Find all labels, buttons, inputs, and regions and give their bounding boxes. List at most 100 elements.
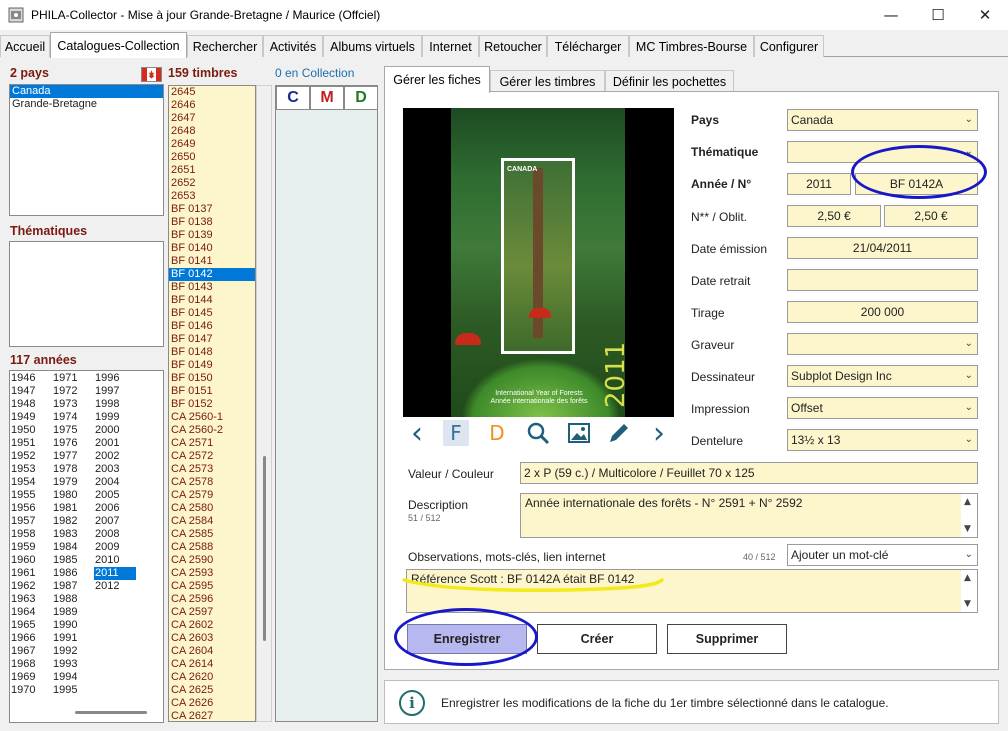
year-item[interactable]: 2011 — [94, 567, 136, 580]
keyword-select[interactable]: Ajouter un mot-clé ⌄ — [787, 544, 978, 566]
year-item[interactable]: 1982 — [52, 515, 78, 528]
tab-definir-les-pochettes[interactable]: Définir les pochettes — [605, 70, 734, 92]
year-item[interactable]: 1961 — [10, 567, 36, 580]
dentelure-select[interactable]: 13½ x 13 ⌄ — [787, 429, 978, 451]
year-item[interactable]: 1978 — [52, 463, 78, 476]
country-item[interactable]: Canada — [10, 85, 163, 98]
year-item[interactable]: 1970 — [10, 684, 36, 697]
year-item[interactable]: 1956 — [10, 502, 36, 515]
stamp-image[interactable]: CANADA 2011 International Year of Forest… — [403, 108, 674, 417]
year-item[interactable]: 1993 — [52, 658, 78, 671]
stamp-item[interactable]: 2645 — [169, 86, 255, 99]
stamp-item[interactable]: 2651 — [169, 164, 255, 177]
stamps-scrollbar[interactable] — [256, 85, 272, 722]
year-item[interactable]: 2005 — [94, 489, 120, 502]
stamp-item[interactable]: BF 0145 — [169, 307, 255, 320]
graveur-select[interactable]: ⌄ — [787, 333, 978, 355]
year-item[interactable]: 1971 — [52, 372, 78, 385]
year-item[interactable]: 1973 — [52, 398, 78, 411]
year-item[interactable]: 1987 — [52, 580, 78, 593]
years-scrollbar[interactable] — [75, 711, 147, 714]
stamp-item[interactable]: 2650 — [169, 151, 255, 164]
tab-albums-virtuels[interactable]: Albums virtuels — [323, 35, 422, 57]
year-item[interactable]: 1968 — [10, 658, 36, 671]
year-item[interactable]: 2009 — [94, 541, 120, 554]
delete-button[interactable]: Supprimer — [667, 624, 787, 654]
stamp-item[interactable]: CA 2572 — [169, 450, 255, 463]
year-item[interactable]: 1979 — [52, 476, 78, 489]
stamp-item[interactable]: BF 0142 — [169, 268, 255, 281]
stamp-item[interactable]: BF 0146 — [169, 320, 255, 333]
year-item[interactable]: 1952 — [10, 450, 36, 463]
year-item[interactable]: 2006 — [94, 502, 120, 515]
valeur-couleur-field[interactable]: 2 x P (59 c.) / Multicolore / Feuillet 7… — [520, 462, 978, 484]
year-item[interactable]: 1951 — [10, 437, 36, 450]
stamp-item[interactable]: CA 2579 — [169, 489, 255, 502]
year-item[interactable]: 1966 — [10, 632, 36, 645]
scroll-down-icon[interactable]: ▼ — [964, 524, 971, 534]
stamp-item[interactable]: CA 2585 — [169, 528, 255, 541]
annee-field[interactable]: 2011 — [787, 173, 851, 195]
year-item[interactable]: 1960 — [10, 554, 36, 567]
scroll-up-icon[interactable]: ▲ — [964, 573, 971, 583]
year-item[interactable]: 1965 — [10, 619, 36, 632]
year-item[interactable]: 1999 — [94, 411, 120, 424]
tab-catalogues-collection[interactable]: Catalogues-Collection — [50, 32, 187, 58]
year-item[interactable]: 1977 — [52, 450, 78, 463]
stamp-item[interactable]: CA 2614 — [169, 658, 255, 671]
year-item[interactable]: 1980 — [52, 489, 78, 502]
year-item[interactable]: 1953 — [10, 463, 36, 476]
date-retrait-field[interactable] — [787, 269, 978, 291]
year-item[interactable]: 2000 — [94, 424, 120, 437]
year-item[interactable]: 2008 — [94, 528, 120, 541]
stamp-item[interactable]: CA 2590 — [169, 554, 255, 567]
year-item[interactable]: 2004 — [94, 476, 120, 489]
edit-icon[interactable] — [606, 420, 632, 446]
stamp-item[interactable]: CA 2626 — [169, 697, 255, 710]
year-item[interactable]: 1976 — [52, 437, 78, 450]
stamp-item[interactable]: BF 0141 — [169, 255, 255, 268]
tab-rechercher[interactable]: Rechercher — [187, 35, 263, 57]
d-button[interactable]: D — [344, 86, 378, 110]
year-item[interactable]: 1981 — [52, 502, 78, 515]
year-item[interactable]: 2001 — [94, 437, 120, 450]
next-icon[interactable]: › — [646, 416, 672, 451]
year-item[interactable]: 1967 — [10, 645, 36, 658]
year-item[interactable]: 1947 — [10, 385, 36, 398]
year-item[interactable]: 1990 — [52, 619, 78, 632]
stamp-item[interactable]: CA 2560-2 — [169, 424, 255, 437]
year-item[interactable]: 1991 — [52, 632, 78, 645]
tab-internet[interactable]: Internet — [422, 35, 479, 57]
year-item[interactable]: 1969 — [10, 671, 36, 684]
close-button[interactable]: ✕ — [962, 0, 1008, 30]
year-item[interactable]: 1997 — [94, 385, 120, 398]
year-item[interactable]: 2012 — [94, 580, 120, 593]
stamp-item[interactable]: 2647 — [169, 112, 255, 125]
tab-gerer-les-fiches[interactable]: Gérer les fiches — [384, 66, 490, 93]
stamp-item[interactable]: BF 0139 — [169, 229, 255, 242]
f-icon[interactable]: F — [443, 420, 469, 446]
stamps-list[interactable]: 2645 2646 2647 2648 2649 2650 2651 2652 2653 BF 0… — [168, 85, 256, 722]
stamp-item[interactable]: CA 2584 — [169, 515, 255, 528]
stamp-item[interactable]: CA 2578 — [169, 476, 255, 489]
tab-activites[interactable]: Activités — [263, 35, 323, 57]
year-item[interactable]: 2002 — [94, 450, 120, 463]
stamp-item[interactable]: 2648 — [169, 125, 255, 138]
scroll-down-icon[interactable]: ▼ — [964, 599, 971, 609]
tab-configurer[interactable]: Configurer — [754, 35, 824, 57]
stamp-item[interactable]: CA 2604 — [169, 645, 255, 658]
stamp-item[interactable]: BF 0148 — [169, 346, 255, 359]
year-item[interactable]: 1984 — [52, 541, 78, 554]
stamp-item[interactable]: CA 2627 — [169, 710, 255, 721]
description-textarea[interactable]: Année internationale des forêts - N° 259… — [520, 493, 978, 538]
maximize-button[interactable]: ☐ — [915, 0, 961, 30]
thematiques-list[interactable] — [9, 241, 164, 347]
year-item[interactable]: 1959 — [10, 541, 36, 554]
previous-icon[interactable]: ‹ — [404, 416, 430, 451]
stamp-item[interactable]: CA 2588 — [169, 541, 255, 554]
year-item[interactable]: 1992 — [52, 645, 78, 658]
stamp-item[interactable]: CA 2595 — [169, 580, 255, 593]
stamp-item[interactable]: 2652 — [169, 177, 255, 190]
stamp-item[interactable]: BF 0152 — [169, 398, 255, 411]
year-item[interactable]: 1946 — [10, 372, 36, 385]
